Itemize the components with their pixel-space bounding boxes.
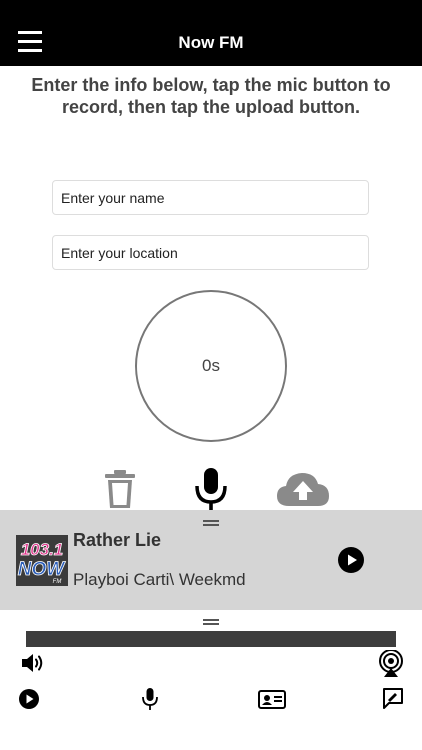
app-header: Now FM <box>0 0 422 66</box>
instructions-text: Enter the info below, tap the mic button… <box>31 75 391 117</box>
microphone-icon[interactable] <box>141 687 159 711</box>
recording-timer: 0s <box>135 290 287 442</box>
volume-icon[interactable] <box>20 651 46 675</box>
play-icon[interactable] <box>19 689 39 709</box>
track-artist: Playboi Carti\ Weekmd <box>73 570 246 589</box>
cloud-upload-icon[interactable] <box>275 470 331 508</box>
station-logo: 103.1 NOW FM <box>16 535 68 586</box>
chat-icon[interactable] <box>382 687 404 709</box>
contact-card-icon[interactable] <box>258 688 286 710</box>
play-circle-icon[interactable] <box>338 547 364 573</box>
airplay-icon[interactable] <box>377 649 405 678</box>
svg-text:103.1: 103.1 <box>21 540 64 559</box>
trash-icon[interactable] <box>103 468 137 510</box>
playback-progress-bar[interactable] <box>26 631 396 647</box>
microphone-icon[interactable] <box>193 466 229 512</box>
now-playing-panel: 103.1 NOW FM Rather Lie Playboi Carti\ W… <box>0 510 422 610</box>
bottom-drag-handle[interactable] <box>203 619 219 625</box>
svg-text:FM: FM <box>53 579 62 585</box>
svg-text:NOW: NOW <box>18 559 67 580</box>
name-field[interactable] <box>52 180 369 215</box>
player-drag-handle[interactable] <box>203 520 219 526</box>
timer-value: 0s <box>202 356 220 375</box>
page-title: Now FM <box>178 33 244 52</box>
track-title: Rather Lie <box>73 530 162 550</box>
location-field[interactable] <box>52 235 369 270</box>
